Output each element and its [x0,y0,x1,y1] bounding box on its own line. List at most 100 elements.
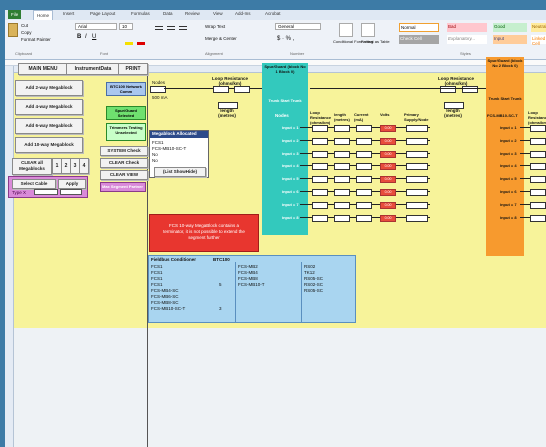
add-4way-megablock-button[interactable]: Add 4-way Megablock [15,99,83,115]
list-show-hide-button[interactable]: (List ShowHide) [154,167,206,177]
input-row-cell-2[interactable] [530,137,546,145]
clear-check-button[interactable]: CLEAR Check [100,158,148,168]
cable-type-input[interactable] [34,189,58,195]
input-row-cell[interactable] [312,201,328,209]
input-row-cell[interactable] [312,189,328,196]
input-row-cell-2[interactable] [530,214,546,222]
input-row-cell[interactable] [356,176,372,184]
length-input-2[interactable] [444,102,464,109]
input-row-cell-2[interactable] [530,150,546,158]
tab-insert[interactable]: Insert [63,11,74,16]
merge-center-button[interactable]: Merge & Center [205,36,237,41]
tab-file[interactable]: File [8,10,22,19]
cut-button[interactable]: Cut [21,23,28,28]
input-row-cell[interactable] [356,137,372,145]
select-cable-button[interactable]: Select Cable [12,179,56,189]
power-cell[interactable] [406,125,428,132]
align-bottom-icon[interactable] [179,26,187,30]
apply-button[interactable]: Apply [58,179,86,189]
power-cell[interactable] [406,201,428,209]
input-row-cell[interactable] [356,201,372,209]
input-row-cell[interactable] [356,150,372,158]
input-row-cell[interactable] [334,189,350,196]
loop-input-2[interactable] [234,86,250,93]
tab-data[interactable]: Data [163,11,173,16]
font-color-icon[interactable] [137,42,145,45]
tab-view[interactable]: View [213,11,223,16]
input-row-cell[interactable] [356,125,372,132]
power-cell[interactable] [406,176,428,184]
tab-page-layout[interactable]: Page Layout [90,11,115,16]
power-cell[interactable] [406,137,428,145]
style-check-cell[interactable]: Check Cell [399,35,439,44]
input-row-cell[interactable] [312,214,328,222]
input-row-cell[interactable] [334,150,350,158]
clear-view-button[interactable]: CLEAR VIEW [100,170,148,180]
input-row-cell[interactable] [334,163,350,171]
input-row-cell[interactable] [356,189,372,196]
font-size-select[interactable]: 10 [119,23,133,30]
tab-formulas[interactable]: Formulas [131,11,150,16]
cable-type-input-2[interactable] [60,189,82,195]
input-row-cell[interactable] [356,214,372,222]
style-bad[interactable]: Bad [447,23,487,32]
underline-icon[interactable]: U [92,34,96,40]
style-explanatory[interactable]: Explanatory... [447,35,487,44]
style-linked-cell[interactable]: Linked Cell [531,35,546,46]
input-row-cell-2[interactable] [530,176,546,184]
conditional-formatting-icon[interactable] [339,23,353,37]
add-10way-megablock-button[interactable]: Add 10-way Megablock [15,137,83,153]
tab-add-ins[interactable]: Add-Ins [235,11,251,16]
format-table-icon[interactable] [361,23,375,37]
input-row-cell[interactable] [312,163,328,171]
print-button[interactable]: PRINT [118,63,148,75]
font-name-select[interactable]: Arial [75,23,117,30]
copy-button[interactable]: Copy [21,30,32,35]
input-row-cell[interactable] [334,137,350,145]
format-painter-button[interactable]: Format Painter [21,37,51,42]
input-row-cell[interactable] [334,176,350,184]
length-input[interactable] [218,102,238,109]
align-top-icon[interactable] [155,26,163,30]
input-row-cell[interactable] [356,163,372,171]
instrument-data-button[interactable]: InstrumentData [66,63,120,75]
currency-icon[interactable]: $ · % , [277,36,294,42]
input-row-cell[interactable] [334,125,350,132]
megablock-4-button[interactable]: 4 [79,158,89,174]
style-good[interactable]: Good [493,23,527,32]
power-cell[interactable] [406,189,428,196]
input-row-cell-2[interactable] [530,201,546,209]
paste-icon[interactable] [8,23,18,37]
input-row-cell-2[interactable] [530,163,546,171]
format-table-button[interactable]: Format as Table [361,39,390,44]
input-row-cell-2[interactable] [530,189,546,196]
input-row-cell[interactable] [312,150,328,158]
clear-all-megablocks-button[interactable]: CLEAR all Megablocks [12,158,52,175]
style-neutral[interactable]: Neutral [531,23,546,32]
main-menu-button[interactable]: MAIN MENU [18,63,68,75]
tab-review[interactable]: Review [185,11,200,16]
style-normal[interactable]: Normal [399,23,439,32]
spur-selected-toggle[interactable]: Spur/Guard Selected [106,106,146,120]
input-row-cell[interactable] [312,176,328,184]
input-row-cell-2[interactable] [530,125,546,132]
add-6way-megablock-button[interactable]: Add 6-way Megablock [15,118,83,134]
tab-acrobat[interactable]: Acrobat [265,11,281,16]
input-row-cell[interactable] [334,201,350,209]
power-cell[interactable] [406,150,428,158]
system-check-button[interactable]: SYSTEM Check [100,146,148,156]
number-format-select[interactable]: General [275,23,321,30]
align-middle-icon[interactable] [167,26,175,30]
bold-icon[interactable]: B [77,34,81,40]
wrap-text-button[interactable]: Wrap Text [205,24,225,29]
loop-input[interactable] [213,86,229,93]
add-2way-megablock-button[interactable]: Add 2-way Megablock [15,80,83,96]
input-row-cell[interactable] [334,214,350,222]
input-row-cell[interactable] [312,125,328,132]
style-input[interactable]: Input [493,35,527,44]
input-row-cell[interactable] [312,137,328,145]
italic-icon[interactable]: I [85,34,87,40]
power-cell[interactable] [406,163,428,171]
power-cell[interactable] [406,214,428,222]
fill-color-icon[interactable] [125,42,133,45]
